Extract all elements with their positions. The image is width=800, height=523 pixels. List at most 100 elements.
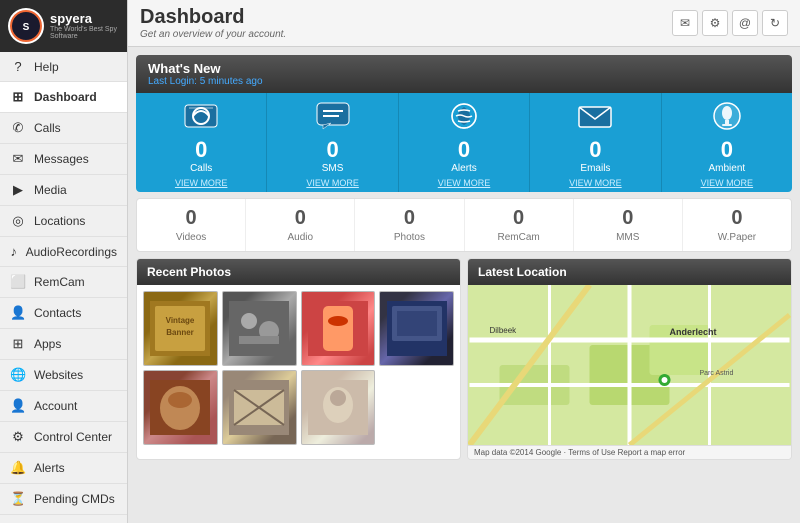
pending-cmds-icon: ⏳ — [10, 491, 26, 507]
videos-stat: 0 Videos — [137, 199, 246, 251]
emails-label: Emails — [580, 163, 610, 174]
dashboard-icon: ⊞ — [10, 89, 26, 105]
emails-stat: 0 Emails VIEW MORE — [530, 93, 661, 192]
sidebar-item-help[interactable]: ? Help — [0, 52, 127, 82]
sidebar-item-control-center[interactable]: ⚙ Control Center — [0, 422, 127, 453]
alerts-viewmore[interactable]: VIEW MORE — [438, 178, 491, 188]
last-login-text: Last Login: 5 minutes ago — [148, 76, 780, 87]
svg-text:Parc Astrid: Parc Astrid — [700, 370, 734, 377]
logo-tagline: The World's Best Spy Software — [50, 26, 119, 40]
account-icon: 👤 — [10, 398, 26, 414]
remcam-icon: ⬜ — [10, 274, 26, 290]
wpaper-stat: 0 W.Paper — [683, 199, 791, 251]
alerts-count: 0 — [458, 139, 470, 161]
videos-count: 0 — [186, 207, 197, 230]
sidebar-item-websites[interactable]: 🌐 Websites — [0, 360, 127, 391]
sms-stat: 0 SMS VIEW MORE — [267, 93, 398, 192]
latest-location-header: Latest Location — [468, 259, 791, 285]
photo-thumb-5[interactable] — [143, 370, 218, 445]
sidebar-item-dashboard[interactable]: ⊞ Dashboard — [0, 82, 127, 113]
wpaper-label: W.Paper — [718, 232, 756, 243]
top-header: Dashboard Get an overview of your accoun… — [128, 0, 800, 47]
emails-viewmore[interactable]: VIEW MORE — [569, 178, 622, 188]
svg-text:S: S — [23, 22, 30, 33]
recent-photos-panel: Recent Photos Vintage Banner — [136, 258, 461, 460]
sidebar-item-locations[interactable]: ◎ Locations — [0, 206, 127, 237]
at-header-icon[interactable]: @ — [732, 10, 758, 36]
sidebar-item-media[interactable]: ▶ Media — [0, 175, 127, 206]
videos-label: Videos — [176, 232, 206, 243]
photo-thumb-3[interactable] — [301, 291, 376, 366]
sidebar-item-apps[interactable]: ⊞ Apps — [0, 329, 127, 360]
help-icon: ? — [10, 59, 26, 74]
photo-thumb-1[interactable]: Vintage Banner — [143, 291, 218, 366]
sidebar-item-remcam[interactable]: ⬜ RemCam — [0, 267, 127, 298]
logo-area: S spyera The World's Best Spy Software — [0, 0, 127, 52]
alerts-label: Alerts — [451, 163, 477, 174]
websites-icon: 🌐 — [10, 367, 26, 383]
gear-header-icon[interactable]: ⚙ — [702, 10, 728, 36]
mms-stat: 0 MMS — [574, 199, 683, 251]
ambient-label: Ambient — [708, 163, 745, 174]
ambient-viewmore[interactable]: VIEW MORE — [701, 178, 754, 188]
email-header-icon[interactable]: ✉ — [672, 10, 698, 36]
calls-label: Calls — [190, 163, 212, 174]
locations-icon: ◎ — [10, 213, 26, 229]
sidebar-item-audio-recordings[interactable]: ♪ AudioRecordings — [0, 237, 127, 267]
alerts-stat: 0 Alerts VIEW MORE — [399, 93, 530, 192]
svg-text:Banner: Banner — [167, 328, 195, 337]
sms-label: SMS — [322, 163, 344, 174]
page-subtitle: Get an overview of your account. — [140, 29, 286, 40]
ambient-count: 0 — [721, 139, 733, 161]
ambient-stat: 0 Ambient VIEW MORE — [662, 93, 792, 192]
emails-stat-icon — [577, 101, 613, 137]
control-center-icon: ⚙ — [10, 429, 26, 445]
sidebar-item-messages[interactable]: ✉ Messages — [0, 144, 127, 175]
refresh-header-icon[interactable]: ↻ — [762, 10, 788, 36]
sms-count: 0 — [326, 139, 338, 161]
svg-text:Vintage: Vintage — [166, 316, 195, 325]
audio-count: 0 — [295, 207, 306, 230]
sidebar-item-account[interactable]: 👤 Account — [0, 391, 127, 422]
bottom-panels: Recent Photos Vintage Banner — [136, 258, 792, 460]
sidebar-item-pending-cmds[interactable]: ⏳ Pending CMDs — [0, 484, 127, 515]
main-content: Dashboard Get an overview of your accoun… — [128, 0, 800, 523]
mms-label: MMS — [616, 232, 639, 243]
alerts-stat-icon — [446, 101, 482, 137]
photos-grid: Vintage Banner — [137, 285, 460, 451]
photos-stat: 0 Photos — [355, 199, 464, 251]
alerts-icon: 🔔 — [10, 460, 26, 476]
sidebar-item-alerts[interactable]: 🔔 Alerts — [0, 453, 127, 484]
sidebar-item-contacts[interactable]: 👤 Contacts — [0, 298, 127, 329]
remcam-count: 0 — [513, 207, 524, 230]
emails-count: 0 — [589, 139, 601, 161]
photo-thumb-7[interactable] — [301, 370, 376, 445]
sms-viewmore[interactable]: VIEW MORE — [306, 178, 359, 188]
logo-name: spyera — [50, 12, 119, 26]
ambient-stat-icon — [709, 101, 745, 137]
audio-label: Audio — [287, 232, 313, 243]
messages-icon: ✉ — [10, 151, 26, 167]
photos-label: Photos — [394, 232, 425, 243]
apps-icon: ⊞ — [10, 336, 26, 352]
photo-thumb-2[interactable] — [222, 291, 297, 366]
photo-thumb-4[interactable] — [379, 291, 454, 366]
map-footer: Map data ©2014 Google · Terms of Use Rep… — [468, 445, 791, 459]
header-title-area: Dashboard Get an overview of your accoun… — [140, 6, 286, 40]
latest-location-panel: Latest Location — [467, 258, 792, 460]
calls-stat: 0 Calls VIEW MORE — [136, 93, 267, 192]
calls-count: 0 — [195, 139, 207, 161]
logo-icon: S — [8, 8, 44, 44]
map-area: Anderlecht Dilbeek Parc Astrid — [468, 285, 791, 445]
whats-new-banner: What's New Last Login: 5 minutes ago — [136, 55, 792, 93]
remcam-label: RemCam — [497, 232, 539, 243]
svg-text:Anderlecht: Anderlecht — [670, 327, 717, 337]
sms-stat-icon — [315, 101, 351, 137]
wpaper-count: 0 — [731, 207, 742, 230]
photo-thumb-6[interactable] — [222, 370, 297, 445]
calls-viewmore[interactable]: VIEW MORE — [175, 178, 228, 188]
recent-photos-header: Recent Photos — [137, 259, 460, 285]
sidebar-item-calls[interactable]: ✆ Calls — [0, 113, 127, 144]
header-icons-group: ✉ ⚙ @ ↻ — [672, 10, 788, 36]
photos-count: 0 — [404, 207, 415, 230]
